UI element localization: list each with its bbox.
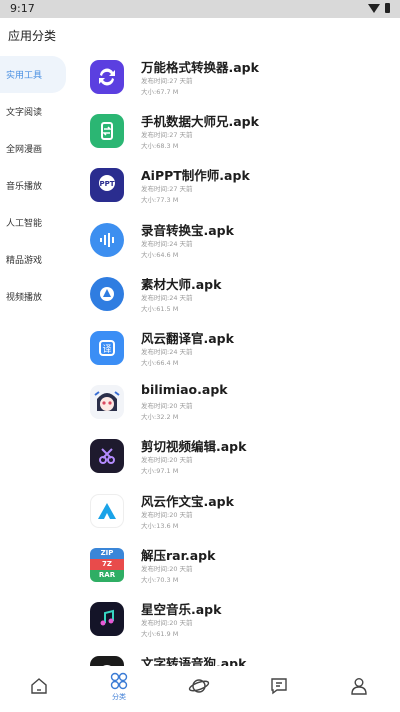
- list-item[interactable]: ZIP 7Z RAR 解压rar.apk 发布时间:20 天前 大小:70.3 …: [80, 544, 400, 598]
- list-item[interactable]: 文字转语音狗.apk: [80, 652, 400, 666]
- app-name: 文字转语音狗.apk: [141, 656, 247, 666]
- text-to-speech-icon: [90, 656, 124, 666]
- list-item[interactable]: PPT AiPPT制作师.apk 发布时间:27 天前 大小:77.3 M: [80, 164, 400, 218]
- bottom-tab-bar: 分类: [0, 666, 400, 712]
- app-name: 风云翻译官.apk: [141, 330, 234, 346]
- sidebar-item-label: 全网漫画: [6, 145, 43, 155]
- sidebar-item-label: 实用工具: [6, 71, 43, 81]
- category-icon: [110, 672, 128, 690]
- app-name: 手机数据大师兄.apk: [141, 114, 259, 130]
- material-icon: [90, 276, 124, 311]
- app-size: 大小:68.3 M: [141, 142, 179, 151]
- planet-icon: [188, 679, 210, 693]
- sidebar-item-label: 精品游戏: [6, 256, 43, 266]
- scissors-icon: [90, 439, 124, 474]
- tab-messages[interactable]: [259, 676, 299, 708]
- zip-icon: ZIP 7Z RAR: [90, 547, 124, 582]
- tab-home[interactable]: [19, 676, 59, 708]
- app-date: 发布时间:27 天前: [141, 77, 193, 85]
- tab-discover[interactable]: [179, 676, 219, 708]
- app-name: 剪切视频编辑.apk: [141, 439, 247, 455]
- app-name: 星空音乐.apk: [141, 601, 222, 617]
- sidebar-item-reading[interactable]: 文字阅读: [0, 93, 72, 130]
- app-date: 发布时间:20 天前: [141, 510, 193, 519]
- app-date: 发布时间:24 天前: [141, 293, 193, 302]
- status-bar: 9:17: [0, 0, 400, 18]
- app-size: 大小:70.3 M: [141, 575, 179, 584]
- music-note-icon: [90, 601, 124, 636]
- list-item[interactable]: 星空音乐.apk 发布时间:20 天前 大小:61.9 M: [80, 598, 400, 652]
- app-size: 大小:77.3 M: [141, 196, 179, 205]
- list-item[interactable]: 风云作文宝.apk 发布时间:20 天前 大小:13.6 M: [80, 490, 400, 544]
- app-date: 发布时间:24 天前: [141, 347, 193, 356]
- message-icon: [271, 678, 287, 695]
- anime-face-icon: [90, 385, 124, 420]
- app-date: 发布时间:20 天前: [141, 456, 193, 465]
- app-date: 发布时间:24 天前: [141, 239, 193, 248]
- translate-icon: 译: [90, 330, 124, 365]
- user-icon: [351, 678, 367, 695]
- sidebar-item-tools[interactable]: 实用工具: [0, 56, 66, 93]
- app-name: 录音转换宝.apk: [141, 222, 234, 238]
- app-size: 大小:32.2 M: [141, 413, 179, 422]
- app-list: 万能格式转换器.apk 发布时间:27 天前 大小:67.7 M 手机数据大师兄…: [80, 56, 400, 666]
- list-item[interactable]: 手机数据大师兄.apk 发布时间:27 天前 大小:68.3 M: [80, 110, 400, 164]
- convert-icon: [90, 60, 124, 94]
- tab-category[interactable]: 分类: [99, 671, 139, 703]
- sidebar-item-ai[interactable]: 人工智能: [0, 204, 72, 241]
- app-date: 发布时间:20 天前: [141, 402, 193, 411]
- app-size: 大小:97.1 M: [141, 467, 179, 476]
- status-icons: [368, 3, 390, 13]
- sidebar-item-label: 文字阅读: [6, 108, 43, 118]
- page-title: 应用分类: [8, 29, 57, 43]
- sidebar-item-label: 视频播放: [6, 293, 43, 303]
- voice-wave-icon: [90, 222, 124, 257]
- app-size: 大小:61.9 M: [141, 629, 179, 638]
- app-size: 大小:67.7 M: [141, 88, 179, 96]
- app-name: 万能格式转换器.apk: [141, 60, 259, 75]
- sidebar-item-label: 人工智能: [6, 219, 43, 229]
- app-date: 发布时间:27 天前: [141, 185, 193, 194]
- app-date: 发布时间:20 天前: [141, 564, 193, 573]
- svg-text:译: 译: [102, 344, 111, 355]
- app-size: 大小:64.6 M: [141, 250, 179, 259]
- sidebar-item-label: 音乐播放: [6, 182, 43, 192]
- app-name: 素材大师.apk: [141, 276, 222, 292]
- tab-category-label: 分类: [112, 693, 126, 701]
- phone-transfer-icon: [90, 114, 124, 149]
- list-item[interactable]: 译 风云翻译官.apk 发布时间:24 天前 大小:66.4 M: [80, 327, 400, 381]
- triangle-logo-icon: [90, 493, 124, 528]
- list-item[interactable]: 剪切视频编辑.apk 发布时间:20 天前 大小:97.1 M: [80, 435, 400, 489]
- sidebar-item-games[interactable]: 精品游戏: [0, 241, 72, 278]
- status-time: 9:17: [10, 2, 35, 15]
- app-name: AiPPT制作师.apk: [141, 168, 250, 184]
- app-name: 风云作文宝.apk: [141, 493, 234, 509]
- list-item[interactable]: bilimiao.apk 发布时间:20 天前 大小:32.2 M: [80, 381, 400, 435]
- app-name: 解压rar.apk: [141, 547, 216, 563]
- list-item[interactable]: 录音转换宝.apk 发布时间:24 天前 大小:64.6 M: [80, 219, 400, 273]
- wifi-icon: [368, 3, 380, 13]
- sidebar-item-video[interactable]: 视频播放: [0, 278, 72, 315]
- 7z-label: 7Z: [90, 558, 124, 571]
- category-sidebar: 实用工具 文字阅读 全网漫画 音乐播放 人工智能 精品游戏 视频播放: [0, 56, 72, 315]
- app-size: 大小:61.5 M: [141, 304, 179, 313]
- rar-label: RAR: [90, 570, 124, 582]
- sidebar-item-music[interactable]: 音乐播放: [0, 167, 72, 204]
- app-date: 发布时间:27 天前: [141, 131, 193, 140]
- battery-icon: [385, 3, 390, 13]
- sidebar-item-comics[interactable]: 全网漫画: [0, 130, 72, 167]
- list-item[interactable]: 万能格式转换器.apk 发布时间:27 天前 大小:67.7 M: [80, 56, 400, 110]
- app-date: 发布时间:20 天前: [141, 618, 193, 627]
- ppt-icon: PPT: [90, 168, 124, 203]
- app-name: bilimiao.apk: [141, 382, 228, 398]
- zip-label: ZIP: [90, 547, 124, 559]
- list-item[interactable]: 素材大师.apk 发布时间:24 天前 大小:61.5 M: [80, 273, 400, 327]
- app-size: 大小:66.4 M: [141, 358, 179, 367]
- home-icon: [31, 678, 47, 694]
- svg-text:PPT: PPT: [99, 180, 114, 188]
- app-size: 大小:13.6 M: [141, 521, 179, 530]
- tab-profile[interactable]: [339, 676, 379, 708]
